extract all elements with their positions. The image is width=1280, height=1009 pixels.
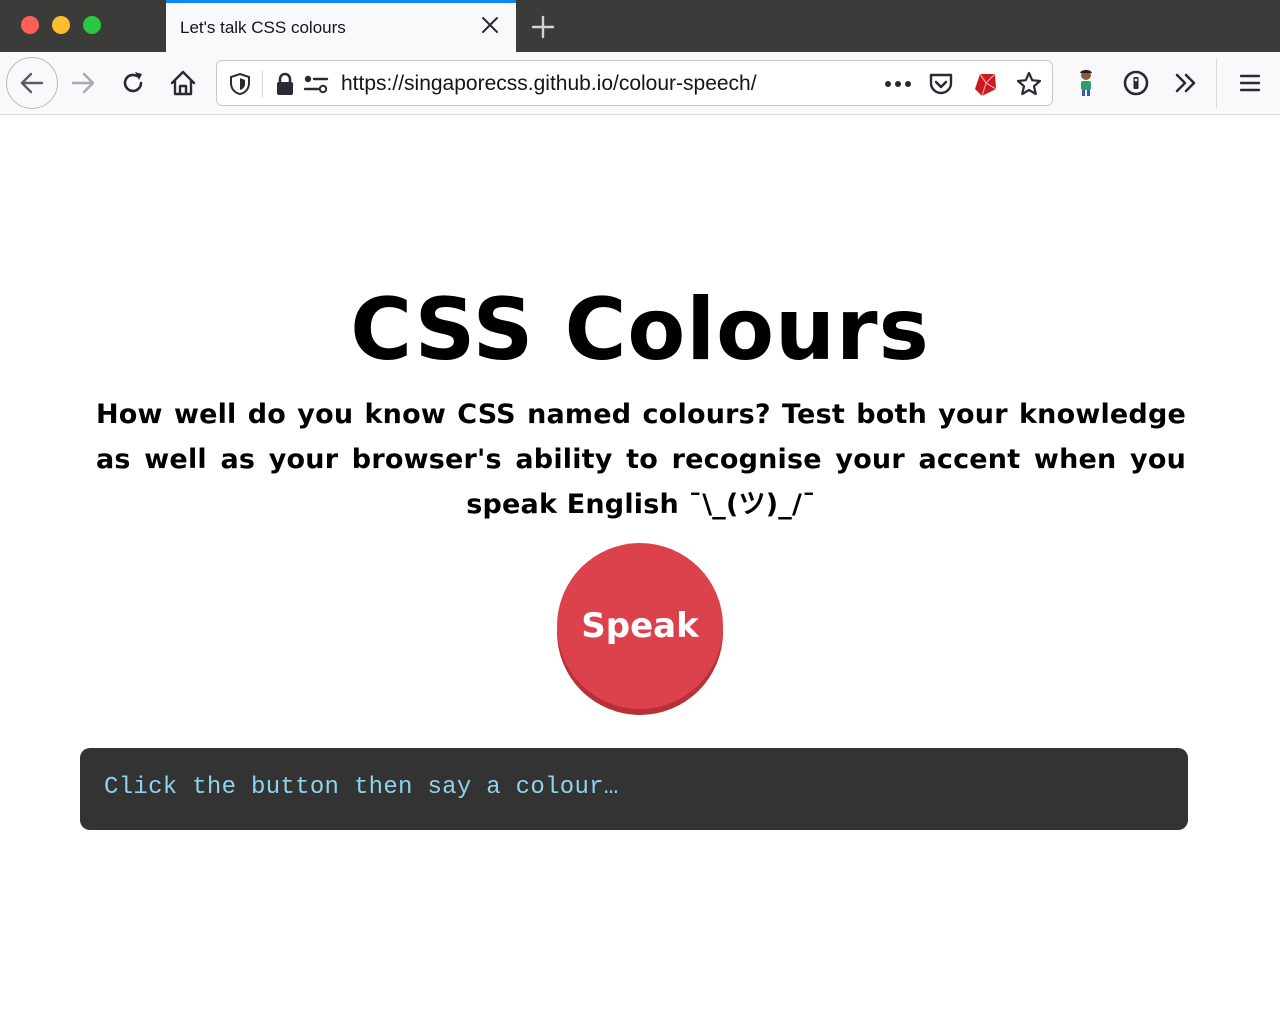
star-icon[interactable] (1015, 70, 1043, 98)
arrow-right-icon[interactable] (66, 65, 100, 101)
toolbar-separator (1216, 58, 1217, 108)
minimize-window-icon[interactable] (52, 16, 70, 34)
pocket-icon[interactable] (927, 70, 955, 98)
more-horizontal-icon[interactable] (881, 71, 915, 97)
hamburger-menu-icon[interactable] (1234, 66, 1266, 100)
url-separator (262, 70, 263, 98)
output-text: Click the button then say a colour… (104, 774, 619, 801)
close-icon[interactable] (478, 13, 502, 37)
tab-strip: Let's talk CSS colours (0, 0, 1280, 52)
navigation-toolbar: https://singaporecss.github.io/colour-sp… (0, 52, 1280, 115)
tab-active[interactable]: Let's talk CSS colours (166, 0, 516, 52)
lock-icon[interactable] (274, 71, 296, 97)
avatar-icon[interactable] (1070, 66, 1102, 100)
speak-button[interactable]: Speak (557, 543, 723, 709)
close-window-icon[interactable] (21, 16, 39, 34)
arrow-left-icon[interactable] (6, 57, 58, 109)
intro-text: How well do you know CSS named colours? … (96, 399, 1186, 520)
zoom-window-icon[interactable] (83, 16, 101, 34)
reload-icon[interactable] (116, 65, 150, 101)
home-icon[interactable] (165, 65, 201, 101)
speak-button-container: Speak (557, 543, 723, 715)
url-text[interactable]: https://singaporecss.github.io/colour-sp… (341, 72, 757, 96)
page-title: CSS Colours (350, 280, 930, 380)
output-panel: Click the button then say a colour… (80, 748, 1188, 830)
chevron-double-right-icon[interactable] (1170, 66, 1202, 100)
url-bar[interactable]: https://singaporecss.github.io/colour-sp… (216, 60, 1053, 106)
tab-title: Let's talk CSS colours (180, 18, 346, 37)
info-circle-icon[interactable] (1120, 66, 1152, 100)
shield-icon[interactable] (227, 71, 253, 97)
ruby-gem-icon[interactable] (971, 70, 999, 98)
plus-icon[interactable] (528, 12, 558, 42)
permissions-icon[interactable] (303, 71, 329, 97)
